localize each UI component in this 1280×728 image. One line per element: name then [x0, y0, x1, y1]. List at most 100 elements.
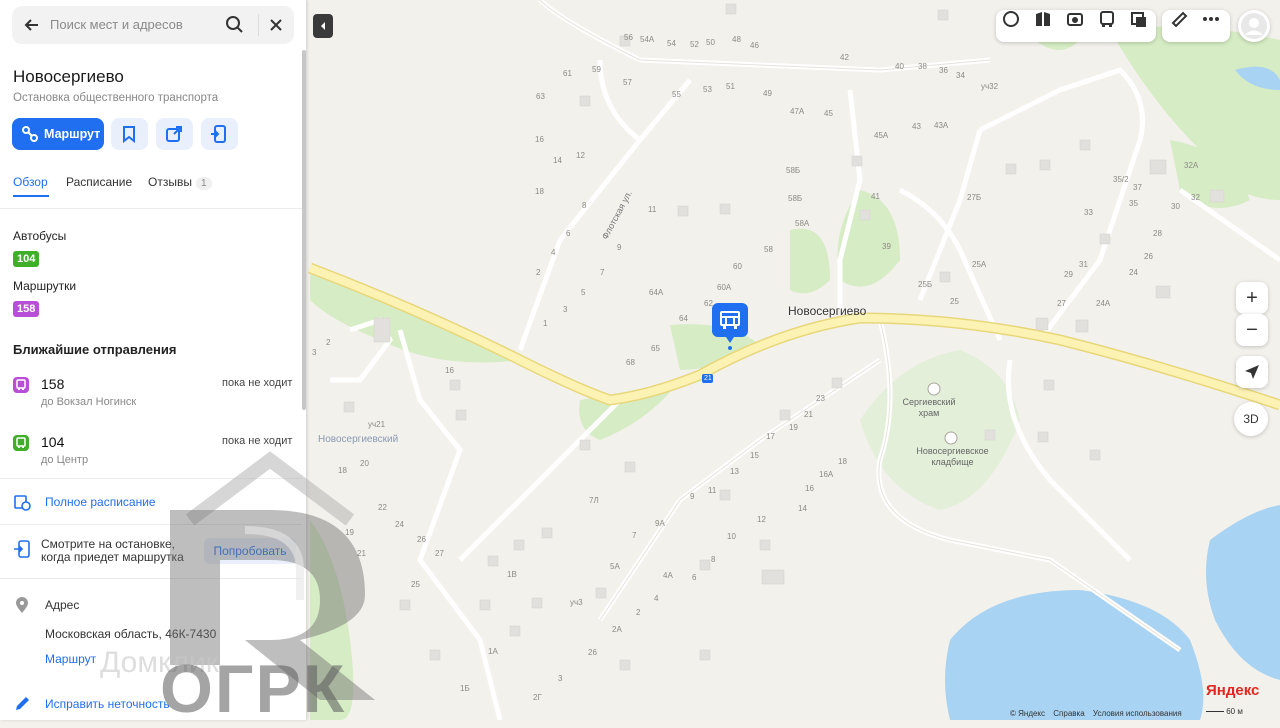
house-number: уч3 — [570, 598, 583, 607]
house-number: 26 — [417, 535, 426, 544]
house-number: 26 — [1144, 252, 1153, 261]
house-number: 3 — [558, 674, 563, 683]
house-number: 12 — [757, 515, 766, 524]
house-number: 16 — [805, 484, 814, 493]
house-number: 32А — [1184, 161, 1199, 170]
departure-destination: до Вокзал Ногинск — [41, 396, 137, 408]
house-number: 57 — [623, 78, 632, 87]
zoom-out-button[interactable]: − — [1236, 314, 1268, 346]
collapse-panel-button[interactable] — [313, 14, 333, 38]
house-number: 8 — [711, 555, 716, 564]
house-number: 2 — [326, 338, 331, 347]
departures-heading: Ближайшие отправления — [13, 342, 177, 357]
bus-stop-marker[interactable] — [712, 303, 748, 343]
house-number: уч21 — [368, 420, 386, 429]
phone-icon — [211, 125, 226, 143]
copyright-text: © Яндекс — [1010, 709, 1046, 718]
search-icon[interactable] — [225, 15, 245, 35]
house-number: 12 — [576, 151, 585, 160]
house-number: 56 — [624, 33, 633, 42]
fix-inaccuracy-link[interactable]: Исправить неточность — [45, 697, 170, 711]
house-number: 34 — [956, 71, 965, 80]
address-label: Адрес — [45, 598, 80, 612]
address-route-link[interactable]: Маршрут — [45, 652, 96, 666]
map-book-icon[interactable] — [1034, 10, 1052, 28]
calendar-icon — [14, 495, 31, 511]
minibus-label: Маршрутки — [13, 279, 77, 293]
panel-scrollbar[interactable] — [302, 50, 306, 410]
bookmark-button[interactable] — [111, 118, 148, 150]
share-button[interactable] — [156, 118, 193, 150]
terms-link[interactable]: Условия использования — [1093, 709, 1182, 718]
house-number: 17 — [766, 432, 775, 441]
tab-reviews[interactable]: Отзывы 1 — [148, 175, 212, 190]
my-location-button[interactable] — [1236, 356, 1268, 388]
map-layers-bar — [996, 10, 1156, 42]
avatar[interactable] — [1238, 10, 1270, 42]
house-number: 14 — [553, 156, 562, 165]
route-button[interactable]: Маршрут — [12, 118, 104, 150]
house-number: 25Б — [918, 280, 933, 289]
house-number: 1 — [543, 319, 548, 328]
zoom-in-button[interactable]: + — [1236, 282, 1268, 314]
full-schedule-link[interactable]: Полное расписание — [45, 495, 156, 509]
back-arrow-icon[interactable] — [22, 15, 42, 35]
transport-icon[interactable] — [1098, 10, 1116, 28]
house-number: 3 — [312, 348, 317, 357]
house-number: 65 — [651, 344, 660, 353]
house-number: 25А — [972, 260, 987, 269]
house-number: 25 — [950, 297, 959, 306]
house-number: 55 — [672, 90, 681, 99]
active-tab-underline — [13, 195, 49, 197]
close-icon[interactable] — [266, 15, 286, 35]
house-number: 47А — [790, 107, 805, 116]
house-number: уч32 — [981, 82, 999, 91]
tab-schedule[interactable]: Расписание — [66, 175, 132, 189]
chevron-left-icon — [321, 22, 325, 30]
try-button[interactable]: Попробовать — [204, 538, 296, 564]
house-number: 33 — [1084, 208, 1093, 217]
house-number: 26 — [588, 648, 597, 657]
house-number: 36 — [939, 66, 948, 75]
map-copyright: © Яндекс Справка Условия использования — [1010, 709, 1188, 718]
search-bar[interactable]: Поиск мест и адресов — [12, 6, 294, 44]
house-number: 16 — [535, 135, 544, 144]
search-input[interactable]: Поиск мест и адресов — [50, 17, 183, 32]
ruler-icon[interactable] — [1170, 10, 1188, 28]
house-number: 9 — [617, 243, 622, 252]
3d-toggle-button[interactable]: 3D — [1234, 402, 1268, 436]
house-number: 24 — [395, 520, 404, 529]
more-icon[interactable] — [1202, 10, 1220, 28]
send-to-phone-button[interactable] — [201, 118, 238, 150]
help-link[interactable]: Справка — [1053, 709, 1084, 718]
share-icon — [166, 126, 182, 142]
house-number: 16А — [819, 470, 834, 479]
house-number: 27 — [435, 549, 444, 558]
layers-icon[interactable] — [1002, 10, 1020, 28]
house-number: 13 — [730, 467, 739, 476]
address-value: Московская область, 46К-7430 — [45, 627, 217, 641]
place-cemetery: Новосергиевское кладбище — [916, 446, 989, 467]
house-number: 39 — [882, 242, 891, 251]
house-number: 9 — [690, 492, 695, 501]
house-number: 46 — [750, 41, 759, 50]
bus-route-badge[interactable]: 104 — [13, 251, 40, 267]
minibus-route-badge[interactable]: 158 — [13, 301, 40, 317]
house-number: 20 — [360, 459, 369, 468]
house-number: 63 — [536, 92, 545, 101]
buses-label: Автобусы — [13, 229, 67, 243]
place-church: Сергиевский храм — [902, 397, 956, 418]
house-number: 21 — [357, 549, 366, 558]
road-number: 21 — [704, 375, 712, 382]
tab-overview[interactable]: Обзор — [13, 175, 48, 189]
house-number: 19 — [345, 528, 354, 537]
traffic-icon[interactable] — [1130, 10, 1148, 28]
panorama-icon[interactable] — [1066, 10, 1084, 28]
house-number: 51 — [726, 82, 735, 91]
house-number: 28 — [1153, 229, 1162, 238]
house-number: 14 — [798, 504, 807, 513]
house-number: 8 — [582, 201, 587, 210]
house-number: 18 — [338, 466, 347, 475]
location-pin-icon — [16, 597, 28, 613]
house-number: 4 — [551, 248, 556, 257]
